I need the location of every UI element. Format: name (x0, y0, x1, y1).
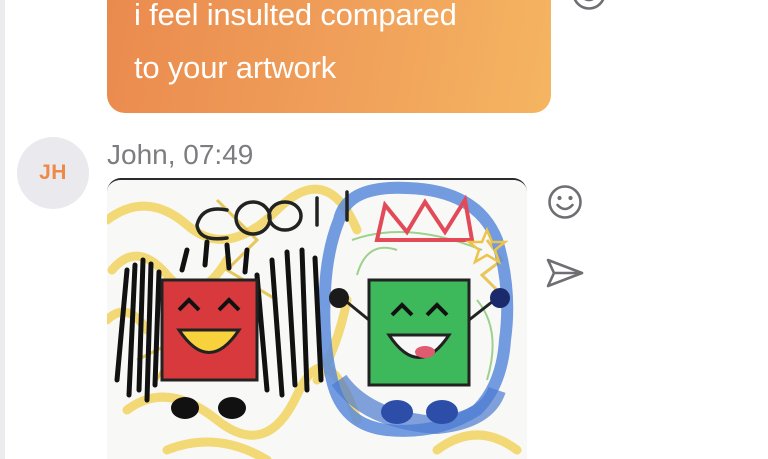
avatar-initials: JH (39, 161, 67, 184)
drawing-image[interactable] (107, 178, 527, 459)
message-text-line: to your artwork (134, 50, 337, 85)
smiley-icon[interactable] (546, 183, 584, 221)
drawing-illustration (107, 180, 527, 459)
sidebar-edge (0, 0, 5, 459)
avatar[interactable]: JH (17, 137, 89, 209)
chat-view: i feel insulted compared to your artwork… (0, 0, 768, 459)
message-text-line: i feel insulted compared (134, 0, 457, 32)
message-sender-timestamp: John, 07:49 (107, 139, 254, 170)
send-icon[interactable] (545, 256, 585, 290)
smiley-icon[interactable] (570, 0, 608, 12)
